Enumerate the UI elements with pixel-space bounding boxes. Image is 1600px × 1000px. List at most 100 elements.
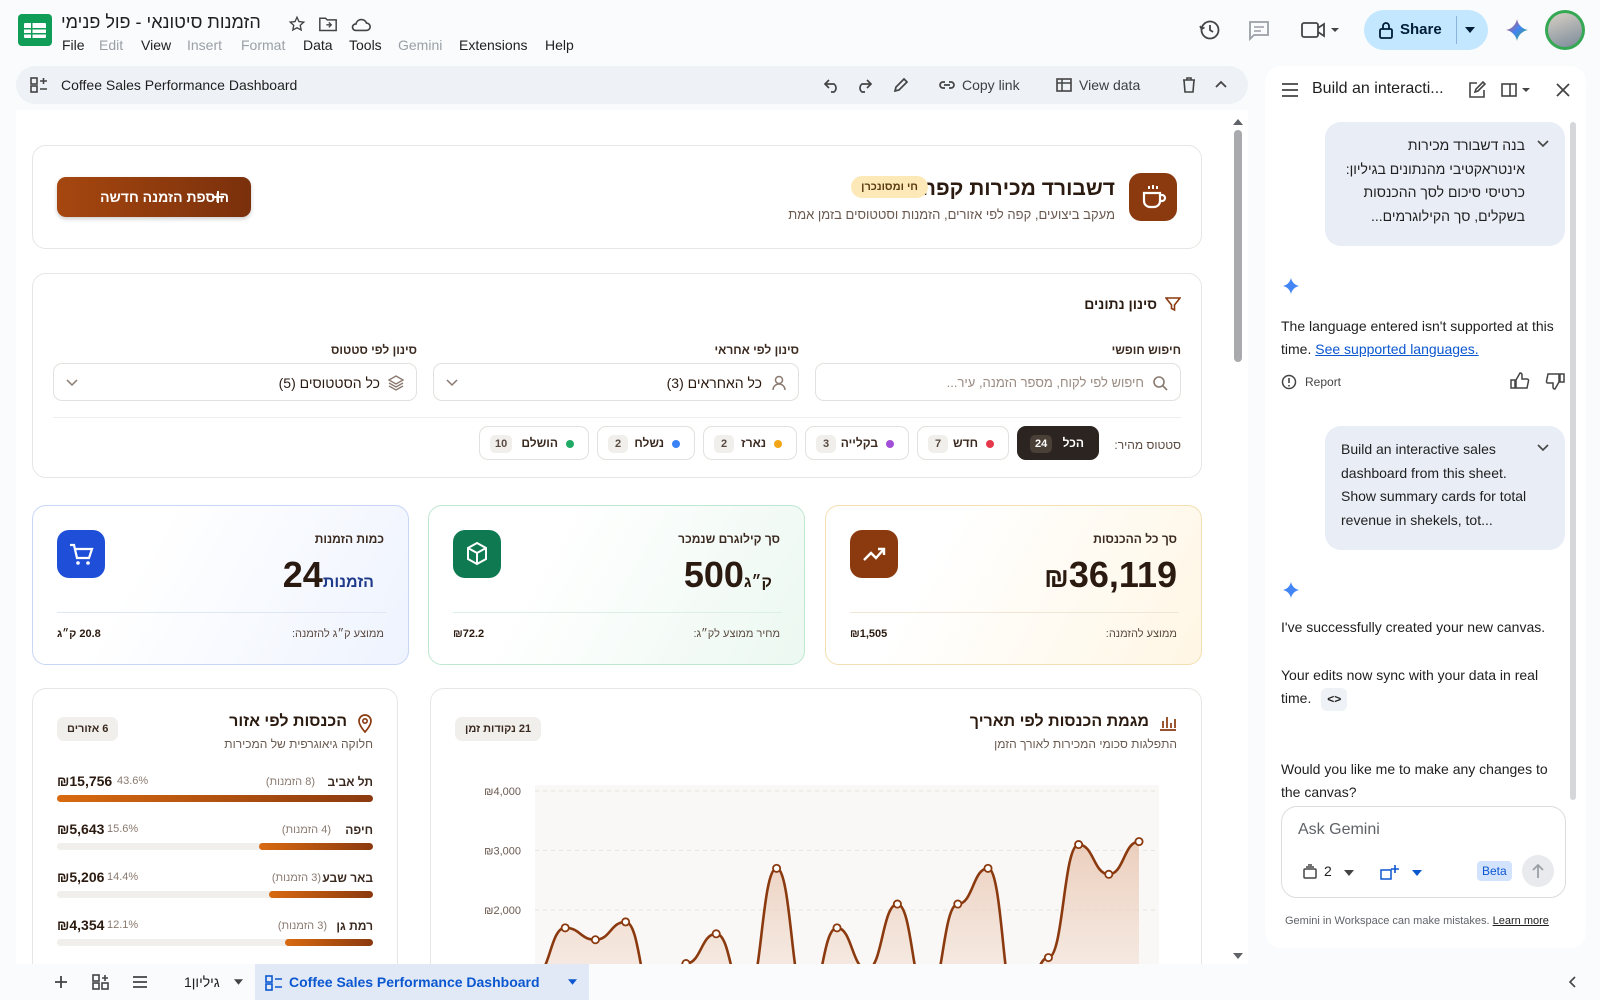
new-chat-icon[interactable] <box>1468 81 1486 99</box>
cart-icon <box>57 530 105 578</box>
add-sheet-icon[interactable] <box>54 975 68 989</box>
data-point[interactable] <box>892 899 902 909</box>
close-icon[interactable] <box>1555 82 1571 98</box>
data-point[interactable] <box>1043 953 1053 963</box>
header-card: דשבורד מכירות קפה חי ומסונכרן מעקב ביצוע… <box>32 145 1202 249</box>
meet-video-icon[interactable] <box>1300 20 1340 40</box>
region-row[interactable]: תל אביב (8 הזמנות) ₪15,756 43.6% <box>57 773 373 815</box>
response-line: Would you like me to make any changes to… <box>1281 761 1548 800</box>
thumbs-down-icon[interactable] <box>1545 372 1565 390</box>
menu-edit[interactable]: Edit <box>99 37 123 53</box>
version-history-icon[interactable] <box>1198 18 1222 42</box>
owner-filter-select[interactable]: כל האחראים (3) <box>433 363 799 401</box>
send-button[interactable] <box>1522 855 1554 887</box>
menu-tools[interactable]: Tools <box>349 37 382 53</box>
add-order-button[interactable]: הוספת הזמנה חדשה <box>57 177 251 217</box>
account-avatar[interactable] <box>1545 10 1585 50</box>
region-row[interactable]: רמת גן (3 הזמנות) ₪4,354 12.1% <box>57 917 373 959</box>
add-content-button[interactable] <box>1374 859 1434 885</box>
region-row[interactable]: חיפה (4 הזמנות) ₪5,643 15.6% <box>57 821 373 863</box>
star-icon[interactable] <box>288 15 306 33</box>
status-chip-shipped[interactable]: נשלח 2 <box>597 426 695 460</box>
canvas-scrollbar[interactable] <box>1231 116 1245 962</box>
collapse-panel-icon[interactable] <box>1568 976 1576 988</box>
view-data-button[interactable]: View data <box>1056 66 1156 104</box>
menu-data[interactable]: Data <box>303 37 333 53</box>
data-point[interactable] <box>560 923 570 933</box>
sheet-tab-1[interactable]: גיליון1 <box>172 964 248 1000</box>
status-chip-packed[interactable]: נארז 2 <box>703 426 797 460</box>
report-button[interactable]: Report <box>1281 372 1361 392</box>
learn-more-link[interactable]: Learn more <box>1493 915 1549 927</box>
undo-icon[interactable] <box>823 77 841 93</box>
ask-gemini-box[interactable]: Ask Gemini 2 Beta <box>1281 806 1566 898</box>
canvas-title: Coffee Sales Performance Dashboard <box>61 77 298 93</box>
supported-languages-link[interactable]: See supported languages. <box>1315 341 1478 357</box>
collapse-chevron-icon[interactable] <box>1214 79 1228 89</box>
chevron-down-icon <box>446 379 458 387</box>
owner-filter-label: סינון לפי אחראי <box>714 343 799 357</box>
all-sheets-icon[interactable] <box>132 975 148 989</box>
menu-view[interactable]: View <box>141 37 171 53</box>
status-chip-completed[interactable]: הושלם 10 <box>479 426 589 460</box>
data-point[interactable] <box>1104 869 1114 879</box>
menu-format[interactable]: Format <box>241 37 285 53</box>
copy-link-button[interactable]: Copy link <box>938 66 1034 104</box>
data-point[interactable] <box>621 917 631 927</box>
report-label: Report <box>1305 375 1342 389</box>
live-sync-badge: חי ומסונכרן <box>851 176 928 198</box>
status-chip-all[interactable]: הכל 24 <box>1017 426 1099 460</box>
menu-help[interactable]: Help <box>545 37 574 53</box>
chevron-down-icon <box>66 379 78 387</box>
table-icon <box>1056 78 1072 92</box>
region-row[interactable]: באר שבע (3 הזמנות) ₪5,206 14.4% <box>57 869 373 911</box>
regions-title: הכנסות לפי אזור <box>229 713 347 730</box>
data-point[interactable] <box>1134 837 1144 847</box>
edit-pencil-icon[interactable] <box>892 76 910 94</box>
sheet-tab-dashboard[interactable]: Coffee Sales Performance Dashboard <box>255 964 589 1000</box>
ask-gemini-input[interactable]: Ask Gemini <box>1298 821 1380 839</box>
sources-button[interactable]: 2 <box>1296 859 1358 885</box>
menu-gemini[interactable]: Gemini <box>398 37 442 53</box>
search-input[interactable]: חיפוש לפי לקוח, מספר הזמנה, עיר... <box>815 363 1181 401</box>
sheets-logo-icon[interactable] <box>18 14 52 46</box>
code-icon[interactable]: <> <box>1321 688 1348 711</box>
panel-layout-icon[interactable] <box>1501 82 1533 98</box>
kpi-revenue-foot-value: ₪1,505 <box>850 628 888 640</box>
status-filter-select[interactable]: כל הסטטוסים (5) <box>53 363 417 401</box>
thumbs-up-icon[interactable] <box>1510 372 1530 390</box>
data-point[interactable] <box>832 923 842 933</box>
data-point[interactable] <box>1074 840 1084 850</box>
data-point[interactable] <box>983 863 993 873</box>
delete-icon[interactable] <box>1181 76 1197 94</box>
data-point[interactable] <box>953 899 963 909</box>
hamburger-menu-icon[interactable] <box>1281 83 1299 97</box>
add-dashboard-icon[interactable] <box>92 974 110 990</box>
cloud-saved-icon[interactable] <box>350 15 372 33</box>
panel-scrollbar[interactable] <box>1570 122 1576 800</box>
data-point[interactable] <box>772 863 782 873</box>
scrollbar-thumb[interactable] <box>1234 130 1242 362</box>
expand-chevron-icon[interactable] <box>1537 140 1549 148</box>
menu-file[interactable]: File <box>62 37 85 53</box>
scroll-down-arrow-icon[interactable] <box>1233 952 1243 960</box>
regions-count-badge: 6 אזורים <box>57 717 119 741</box>
dashboard-canvas: דשבורד מכירות קפה חי ומסונכרן מעקב ביצוע… <box>16 110 1248 964</box>
share-button[interactable]: Share <box>1364 10 1488 50</box>
comments-icon[interactable] <box>1247 18 1271 42</box>
gemini-spark-icon <box>1282 277 1300 295</box>
dashboard-subtitle: מעקב ביצועים, קפה לפי אזורים, הזמנות וסט… <box>788 207 1115 222</box>
data-point[interactable] <box>711 929 721 939</box>
gemini-spark-icon[interactable] <box>1505 18 1529 42</box>
redo-icon[interactable] <box>855 77 873 93</box>
expand-chevron-icon[interactable] <box>1537 444 1549 452</box>
menu-insert[interactable]: Insert <box>187 37 222 53</box>
share-dropdown-icon[interactable] <box>1465 26 1475 34</box>
scroll-up-arrow-icon[interactable] <box>1233 118 1243 126</box>
document-title[interactable]: הזמנות סיטונאי - פול פנימי <box>61 12 261 33</box>
menu-extensions[interactable]: Extensions <box>459 37 527 53</box>
data-point[interactable] <box>590 935 600 945</box>
status-chip-new[interactable]: חדש 7 <box>917 426 1009 460</box>
move-folder-icon[interactable] <box>318 15 338 33</box>
status-chip-roasting[interactable]: בקלייה 3 <box>805 426 909 460</box>
